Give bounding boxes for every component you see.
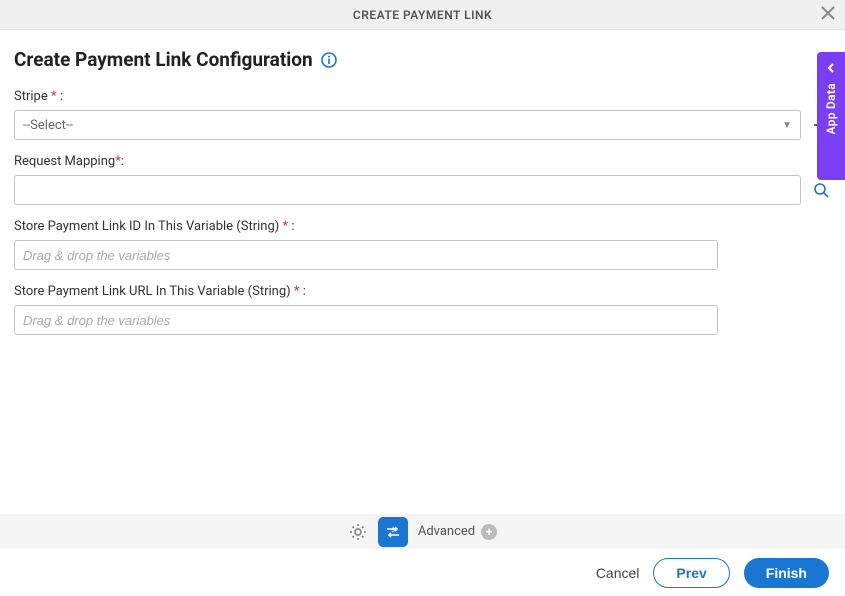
label-colon: : [303,284,306,299]
info-icon[interactable] [321,52,337,68]
required-star: * [51,89,57,104]
action-bar: Cancel Prev Finish [0,549,845,596]
gear-icon[interactable] [348,522,368,542]
plus-circle-icon: + [481,524,497,540]
advanced-label: Advanced [418,524,475,539]
dialog-title: CREATE PAYMENT LINK [353,8,492,22]
prev-button[interactable]: Prev [653,558,729,588]
store-link-url-label-row: Store Payment Link URL In This Variable … [14,284,831,299]
store-link-id-label: Store Payment Link ID In This Variable (… [14,219,279,234]
content-area: Create Payment Link Configuration Stripe… [0,30,845,335]
finish-button[interactable]: Finish [744,558,829,588]
stripe-input-row: --Select-- ▼ [14,110,831,140]
app-data-drawer-label: App Data [824,83,838,134]
required-star: * [283,219,289,234]
request-mapping-label-row: Request Mapping*: [14,154,831,169]
request-mapping-field: Request Mapping*: [14,154,831,205]
page-title: Create Payment Link Configuration [14,48,313,71]
request-mapping-label: Request Mapping [14,154,115,169]
footer-toolbar: $ Advanced + [0,514,845,549]
chevron-left-icon [826,58,836,77]
stripe-select-value: --Select-- [23,118,73,133]
store-link-id-label-row: Store Payment Link ID In This Variable (… [14,219,831,234]
dialog-header: CREATE PAYMENT LINK [0,0,845,30]
store-link-id-field: Store Payment Link ID In This Variable (… [14,219,831,270]
page-title-row: Create Payment Link Configuration [14,48,831,71]
close-icon[interactable] [821,6,835,24]
label-colon: : [60,89,63,104]
stripe-field: Stripe * : --Select-- ▼ [14,89,831,140]
stripe-label-row: Stripe * : [14,89,831,104]
request-mapping-input-row [14,175,831,205]
lookup-icon[interactable] [811,180,831,200]
transaction-icon[interactable]: $ [378,517,408,547]
label-colon: : [121,154,124,169]
advanced-button[interactable]: Advanced + [418,524,497,540]
request-mapping-input[interactable] [14,175,801,205]
store-link-url-field: Store Payment Link URL In This Variable … [14,284,831,335]
store-link-id-input[interactable] [14,240,718,270]
label-colon: : [291,219,294,234]
store-link-url-label: Store Payment Link URL In This Variable … [14,284,291,299]
store-link-url-input[interactable] [14,305,718,335]
stripe-label: Stripe [14,89,48,104]
required-star: * [294,284,300,299]
cancel-button[interactable]: Cancel [596,565,640,581]
chevron-down-icon: ▼ [782,120,792,131]
stripe-select[interactable]: --Select-- ▼ [14,110,801,140]
app-data-drawer[interactable]: App Data [817,52,845,180]
